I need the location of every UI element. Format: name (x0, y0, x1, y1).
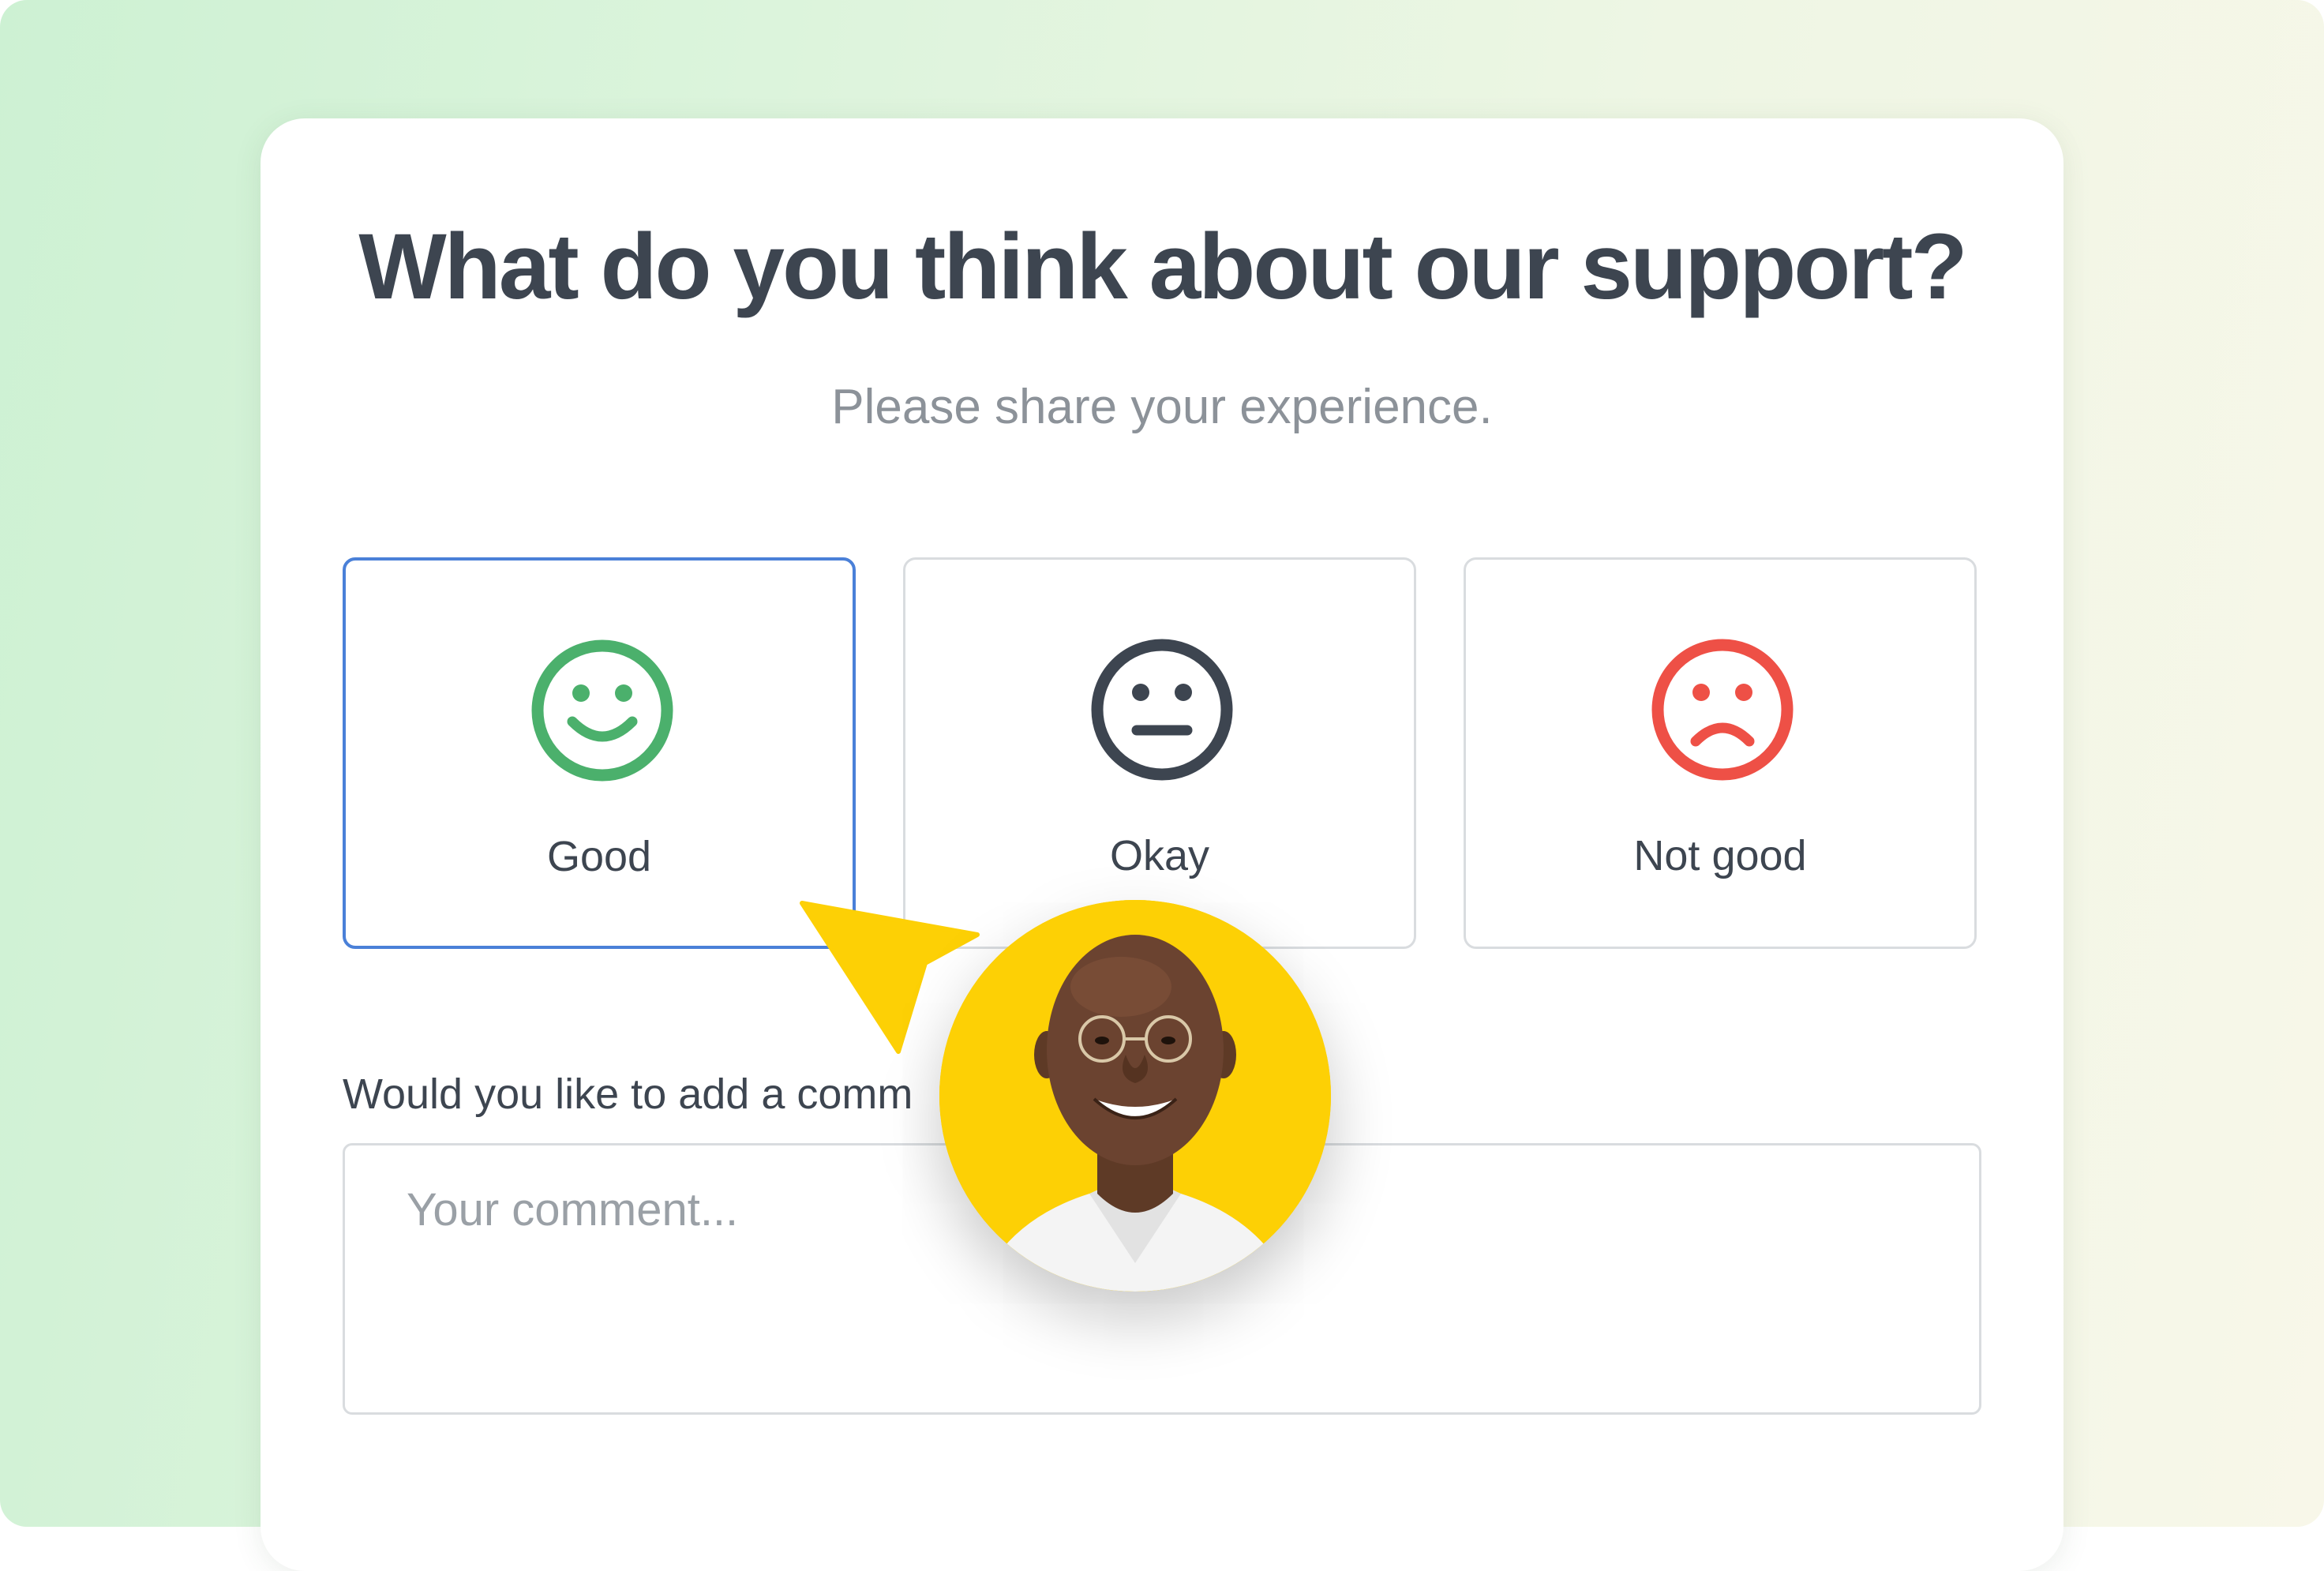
rating-option-label: Not good (1633, 832, 1807, 879)
smiley-happy-icon (531, 639, 673, 782)
rating-option-okay[interactable]: Okay (903, 557, 1416, 949)
rating-option-good[interactable]: Good (343, 557, 856, 949)
smiley-neutral-icon (1091, 639, 1233, 781)
survey-subtitle: Please share your experience. (831, 380, 1493, 434)
survey-title: What do you think about our support? (358, 215, 1967, 319)
rating-option-not-good[interactable]: Not good (1464, 557, 1977, 949)
user-avatar (939, 900, 1331, 1292)
person-portrait-icon (939, 900, 1331, 1292)
rating-option-label: Good (546, 833, 652, 880)
smiley-sad-icon (1651, 639, 1794, 781)
comment-label: Would you like to add a comm (343, 1070, 913, 1118)
rating-option-label: Okay (1109, 832, 1210, 879)
